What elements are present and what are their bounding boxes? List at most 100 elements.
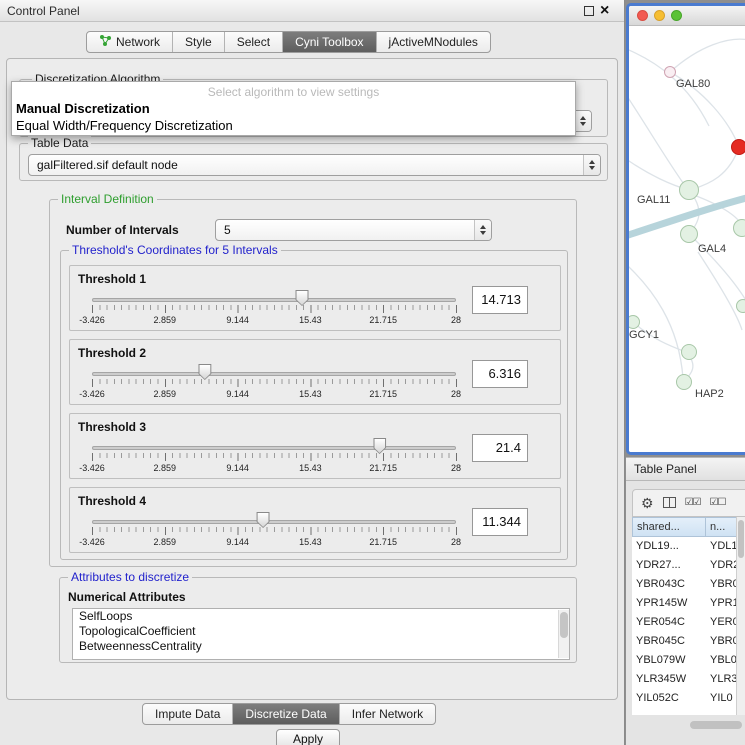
table-row[interactable]: YDL19...YDL1 — [632, 537, 745, 556]
table-vertical-scrollbar[interactable] — [736, 517, 745, 715]
combo-stepper-icon[interactable] — [574, 111, 591, 131]
table-row[interactable]: YDR27...YDR2 — [632, 556, 745, 575]
scrollbar-thumb[interactable] — [738, 520, 744, 558]
list-scrollbar[interactable] — [558, 610, 569, 658]
threshold-3-slider[interactable]: -3.4262.8599.14415.4321.71528 — [92, 440, 456, 476]
minimize-traffic-light-icon[interactable] — [654, 10, 665, 21]
slider-tick-label: 9.144 — [226, 315, 249, 325]
network-canvas[interactable]: GAL80GAL11GAL4GCY1HAP2 — [629, 26, 745, 452]
network-node[interactable] — [679, 180, 699, 200]
tab-infer-network[interactable]: Infer Network — [340, 704, 435, 724]
slider-tick-label: 28 — [451, 315, 461, 325]
table-row[interactable]: YBL079WYBL0 — [632, 651, 745, 670]
slider-thumb[interactable] — [257, 512, 270, 528]
scrollbar-thumb[interactable] — [560, 612, 568, 638]
network-node[interactable] — [681, 344, 697, 360]
table-header-row: shared... n... — [632, 517, 745, 537]
attribute-item[interactable]: SelfLoops — [73, 609, 569, 624]
slider-tick-label: 9.144 — [226, 537, 249, 547]
node-table: shared... n... YDL19...YDL1YDR27...YDR2Y… — [632, 517, 745, 715]
network-node[interactable] — [664, 66, 676, 78]
slider-thumb[interactable] — [373, 438, 386, 454]
table-row[interactable]: YIL052CYIL0 — [632, 689, 745, 708]
threshold-value-field[interactable]: 21.4 — [472, 434, 528, 462]
table-row[interactable]: YBR045CYBR0 — [632, 632, 745, 651]
slider-thumb[interactable] — [296, 290, 309, 306]
table-cell: YPR145W — [632, 594, 706, 613]
slider-track[interactable] — [92, 520, 456, 524]
close-traffic-light-icon[interactable] — [637, 10, 648, 21]
tab-impute-data[interactable]: Impute Data — [143, 704, 233, 724]
threshold-4-slider[interactable]: -3.4262.8599.14415.4321.71528 — [92, 514, 456, 550]
columns-glyph — [663, 497, 676, 508]
tab-select[interactable]: Select — [225, 32, 283, 52]
threshold-1-slider[interactable]: -3.4262.8599.14415.4321.71528 — [92, 292, 456, 328]
network-node-label: GAL11 — [637, 194, 670, 206]
threshold-label: Threshold 1 — [78, 272, 146, 286]
column-header-shared-name[interactable]: shared... — [632, 517, 706, 537]
table-horizontal-scrollbar[interactable] — [632, 719, 745, 731]
attribute-item[interactable]: TopologicalCoefficient — [73, 624, 569, 639]
numerical-attributes-list[interactable]: SelfLoopsTopologicalCoefficientBetweenne… — [72, 608, 570, 660]
slider-track[interactable] — [92, 372, 456, 376]
group-label: Interval Definition — [58, 192, 157, 206]
network-node[interactable] — [680, 225, 698, 243]
table-data-value: galFiltered.sif default node — [37, 158, 178, 172]
select-all-icon[interactable]: ☑☑ — [685, 498, 701, 508]
scrollbar-thumb[interactable] — [690, 721, 742, 729]
apply-button[interactable]: Apply — [276, 729, 340, 745]
slider-track[interactable] — [92, 446, 456, 450]
edit-selection-icon[interactable]: ☑☐ — [710, 498, 726, 508]
columns-icon[interactable] — [663, 496, 676, 510]
zoom-traffic-light-icon[interactable] — [671, 10, 682, 21]
threshold-value-field[interactable]: 11.344 — [472, 508, 528, 536]
threshold-value-field[interactable]: 6.316 — [472, 360, 528, 388]
attribute-item[interactable]: BetweennessCentrality — [73, 639, 569, 654]
slider-tick-label: 15.43 — [299, 315, 322, 325]
close-icon[interactable]: × — [600, 1, 609, 21]
table-cell: YER054C — [632, 613, 706, 632]
number-of-intervals-combobox[interactable]: 5 — [215, 219, 492, 241]
combo-stepper-icon[interactable] — [474, 220, 491, 240]
slider-thumb[interactable] — [198, 364, 211, 380]
table-browser-window: ⚙ ☑☑ ☑☐ shared... n... YDL19...YDL1YDR27… — [626, 481, 745, 745]
table-row[interactable]: YER054CYER0 — [632, 613, 745, 632]
network-node[interactable] — [731, 139, 745, 155]
slider-track[interactable] — [92, 298, 456, 302]
number-of-intervals-label: Number of Intervals — [66, 223, 179, 237]
network-node[interactable] — [676, 374, 692, 390]
network-node-label: GAL4 — [698, 243, 726, 255]
network-node[interactable] — [736, 299, 745, 313]
table-row[interactable]: YBR043CYBR0 — [632, 575, 745, 594]
tab-style[interactable]: Style — [173, 32, 225, 52]
settings-gear-icon[interactable]: ⚙ — [641, 496, 654, 510]
slider-tick-label: 2.859 — [154, 537, 177, 547]
tab-label: Network — [116, 35, 160, 49]
tab-network[interactable]: Network — [87, 32, 173, 52]
combo-stepper-icon[interactable] — [583, 155, 600, 175]
dropdown-option-manual-discretization[interactable]: Manual Discretization — [12, 100, 575, 117]
tab-jactivemnodules[interactable]: jActiveMNodules — [377, 32, 490, 52]
table-row[interactable]: YLR345WYLR3 — [632, 670, 745, 689]
cyni-bottom-tabs: Impute Data Discretize Data Infer Networ… — [142, 703, 436, 725]
tab-cyni-toolbox[interactable]: Cyni Toolbox — [283, 32, 376, 52]
tab-label: Cyni Toolbox — [295, 35, 363, 49]
dropdown-option-equal-width-frequency[interactable]: Equal Width/Frequency Discretization — [12, 117, 575, 134]
threshold-2-slider[interactable]: -3.4262.8599.14415.4321.71528 — [92, 366, 456, 402]
threshold-label: Threshold 4 — [78, 494, 146, 508]
slider-tick-label: -3.426 — [79, 463, 105, 473]
thresholds-group: Threshold's Coordinates for 5 Intervals … — [60, 250, 568, 560]
network-node[interactable] — [733, 219, 745, 237]
tab-discretize-data[interactable]: Discretize Data — [233, 704, 339, 724]
interval-definition-group: Interval Definition Number of Intervals … — [49, 199, 577, 567]
slider-tick-label: 21.715 — [369, 315, 397, 325]
tab-label: Impute Data — [155, 707, 220, 721]
table-cell: YBR043C — [632, 575, 706, 594]
slider-tick-label: -3.426 — [79, 315, 105, 325]
float-window-icon[interactable] — [584, 6, 594, 16]
slider-tick-label: 21.715 — [369, 389, 397, 399]
table-toolbar: ⚙ ☑☑ ☑☐ — [632, 489, 745, 517]
threshold-value-field[interactable]: 14.713 — [472, 286, 528, 314]
table-row[interactable]: YPR145WYPR1 — [632, 594, 745, 613]
table-data-combobox[interactable]: galFiltered.sif default node — [28, 154, 601, 176]
